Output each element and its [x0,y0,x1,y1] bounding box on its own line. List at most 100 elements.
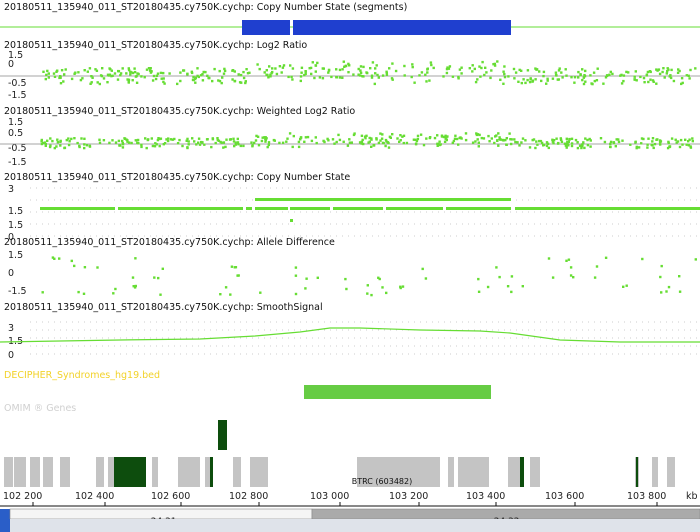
data-point [291,78,294,81]
data-point [201,79,205,82]
data-point [190,70,193,73]
data-point [310,72,313,76]
data-point [452,139,456,143]
data-point [239,144,242,148]
gene-block[interactable] [60,457,70,487]
data-point [414,142,418,145]
data-point [508,132,511,135]
cn-segment-1[interactable] [242,20,290,35]
gene-block[interactable] [4,457,13,487]
allele-point [506,285,510,288]
allele-point [551,276,555,279]
data-point [304,70,307,73]
data-point [88,67,92,70]
gene-block[interactable] [108,457,114,487]
gene-block[interactable] [43,457,53,487]
allele-point [567,258,571,261]
gene-block[interactable] [508,457,520,487]
decipher-feature-bar[interactable] [304,385,491,399]
gene-block[interactable] [178,457,200,487]
data-point [321,77,325,80]
data-point [331,138,335,141]
data-point [605,74,609,77]
data-point [321,67,324,70]
data-point [394,69,398,73]
omim-gene-marker[interactable] [218,420,227,450]
gene-block[interactable] [233,457,241,487]
data-point [157,137,160,140]
data-point [127,141,131,144]
data-point [545,82,548,85]
allele-point [77,290,80,294]
gene-block[interactable] [250,457,268,487]
data-point [346,144,350,147]
allele-point [131,276,135,279]
data-point [191,78,195,82]
gene-label-btrc[interactable]: BTRC (603482) [352,477,412,486]
data-point [299,79,302,83]
gene-block[interactable] [458,457,489,487]
data-point [250,141,253,144]
data-point [402,141,405,145]
data-point [342,140,345,143]
gene-block-pathogenic[interactable] [520,457,524,487]
data-point [529,78,532,81]
data-point [589,139,592,142]
gene-block[interactable] [96,457,104,487]
data-point [223,67,226,71]
data-point [521,137,525,140]
gene-block[interactable] [448,457,454,487]
data-point [391,133,394,136]
data-point [150,137,153,140]
data-point [333,142,336,145]
data-point [376,73,379,77]
data-point [670,68,673,72]
data-point [181,144,184,148]
gene-block[interactable] [530,457,540,487]
gene-block[interactable] [652,457,658,487]
allele-point [366,284,369,287]
data-point [384,138,388,142]
data-point [368,136,371,140]
data-point [197,137,201,140]
data-point [565,74,568,77]
data-point [580,146,583,150]
data-point [158,144,161,148]
data-point [674,138,677,141]
data-point [286,137,289,140]
data-point [524,139,527,142]
data-point [370,76,374,79]
gene-block[interactable] [14,457,26,487]
gene-block[interactable] [152,457,158,487]
data-point [187,143,190,146]
data-point [111,139,114,142]
data-point [374,67,377,70]
bottom-scroll-strip[interactable] [0,519,700,532]
data-point [205,138,209,141]
data-point [282,64,286,67]
data-point [634,70,637,73]
data-point [95,69,99,72]
data-point [451,75,455,78]
data-point [314,64,317,67]
allele-point [593,276,597,279]
data-point [552,139,555,142]
data-point [411,63,414,66]
data-point [637,146,641,149]
data-point [208,76,211,80]
corner-badge[interactable] [0,509,10,519]
cn-segment-2[interactable] [293,20,511,35]
gene-block[interactable] [30,457,40,487]
data-point [239,73,243,77]
gene-block-pathogenic[interactable] [210,457,213,487]
data-point [194,81,197,84]
gene-block-pathogenic[interactable] [114,457,146,487]
data-point [271,67,274,70]
data-point [260,139,264,143]
gene-block[interactable] [667,457,675,487]
data-point [44,77,47,81]
data-point [581,68,584,71]
data-point [285,140,288,143]
data-point [118,144,121,147]
gene-block-pathogenic[interactable] [636,457,638,487]
